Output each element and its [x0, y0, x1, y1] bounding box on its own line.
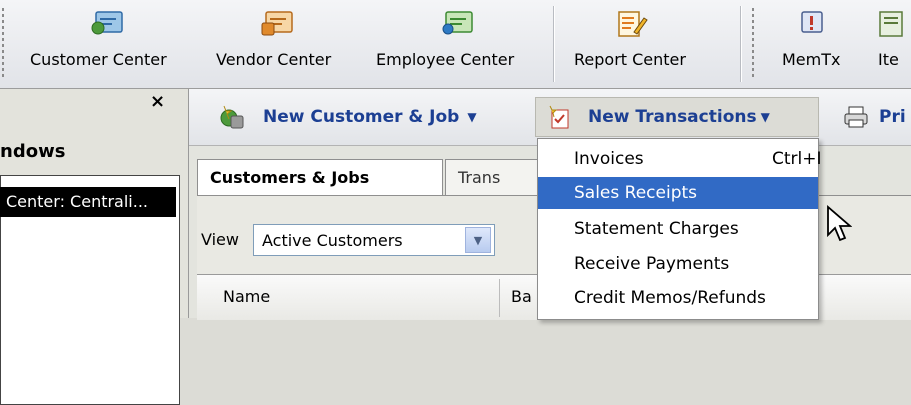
menu-item-label: Statement Charges	[574, 219, 739, 239]
toolbar-separator	[553, 6, 555, 82]
new-transactions-icon	[549, 105, 569, 129]
vendor-card-icon	[261, 11, 293, 36]
customer-center-label: Customer Center	[30, 50, 167, 69]
toolbar-separator	[740, 6, 742, 82]
menu-item-shortcut: Ctrl+I	[772, 149, 822, 169]
toolbar-grip[interactable]	[2, 8, 4, 78]
customer-center-button[interactable]: Customer Center	[30, 0, 200, 88]
chevron-down-icon[interactable]: ▼	[467, 110, 476, 124]
column-header-name[interactable]: Name	[223, 287, 270, 306]
print-label: Pri	[879, 107, 906, 127]
menu-item-receive-payments[interactable]: Receive Payments	[538, 248, 818, 280]
new-customer-job-label: New Customer & Job	[263, 107, 460, 127]
employee-center-button[interactable]: Employee Center	[376, 0, 536, 88]
item-list-label: Ite	[878, 50, 899, 69]
menu-item-label: Credit Memos/Refunds	[574, 288, 766, 308]
menu-item-invoices[interactable]: Invoices Ctrl+I	[538, 143, 822, 175]
close-pane-button[interactable]: ×	[150, 91, 165, 112]
employee-center-label: Employee Center	[376, 50, 515, 69]
menu-item-label: Sales Receipts	[574, 183, 698, 203]
report-pencil-icon	[618, 11, 648, 37]
vendor-center-label: Vendor Center	[216, 50, 332, 69]
new-transactions-label: New Transactions	[588, 107, 757, 127]
toolbar-grip[interactable]	[752, 8, 754, 78]
printer-icon	[844, 106, 868, 128]
print-button[interactable]: Pri	[843, 97, 906, 137]
item-list-button[interactable]: Ite	[878, 0, 911, 88]
chevron-down-icon[interactable]: ▼	[465, 227, 491, 253]
vendor-center-button[interactable]: Vendor Center	[216, 0, 366, 88]
main-toolbar: Customer Center Vendor Center Employee C…	[0, 0, 911, 89]
report-center-label: Report Center	[574, 50, 686, 69]
open-window-item[interactable]: Center: Centrali...	[0, 187, 176, 217]
new-transactions-menu: Invoices Ctrl+I Sales Receipts Statement…	[537, 138, 822, 320]
chevron-down-icon[interactable]: ▼	[761, 110, 770, 124]
new-transactions-button[interactable]: New Transactions ▼	[535, 97, 819, 137]
menu-item-sales-receipts[interactable]: Sales Receipts	[538, 177, 818, 209]
report-center-button[interactable]: Report Center	[574, 0, 724, 88]
mouse-pointer-icon	[827, 205, 852, 242]
employee-card-icon	[442, 11, 473, 35]
column-header-balance[interactable]: Ba	[511, 287, 532, 306]
customer-card-icon	[91, 11, 123, 35]
menu-item-label: Receive Payments	[574, 254, 730, 274]
new-customer-job-button[interactable]: New Customer & Job ▼	[219, 97, 477, 137]
view-selected-value: Active Customers	[262, 230, 403, 250]
menu-item-credit-memos-refunds[interactable]: Credit Memos/Refunds	[538, 282, 818, 314]
open-windows-title: ndows	[0, 141, 66, 162]
memtx-icon	[801, 11, 823, 33]
view-label: View	[201, 230, 239, 249]
memtx-button[interactable]: MemTx	[778, 0, 858, 88]
memtx-label: MemTx	[782, 50, 841, 69]
open-windows-pane: × ndows Center: Centrali...	[0, 89, 189, 405]
tab-customers-jobs[interactable]: Customers & Jobs	[197, 159, 443, 197]
view-dropdown[interactable]: Active Customers ▼	[253, 224, 495, 256]
new-customer-icon	[220, 105, 244, 129]
menu-item-statement-charges[interactable]: Statement Charges	[538, 213, 818, 245]
menu-item-label: Invoices	[574, 149, 644, 169]
item-list-icon	[879, 11, 903, 37]
column-divider[interactable]	[499, 279, 500, 317]
